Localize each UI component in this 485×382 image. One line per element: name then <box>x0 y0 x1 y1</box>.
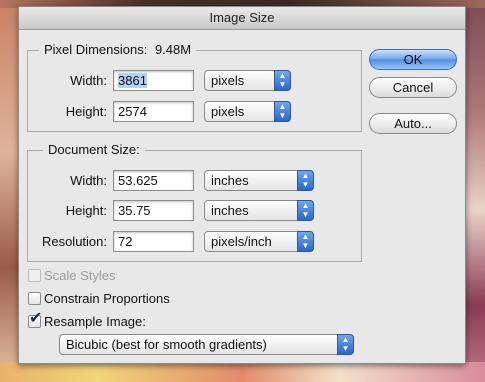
resolution-field[interactable]: 72 <box>113 231 194 252</box>
up-down-arrows-icon: ▲ ▼ <box>274 70 291 91</box>
up-down-arrows-icon: ▲ ▼ <box>337 334 354 355</box>
ok-button[interactable]: OK <box>369 49 457 70</box>
cancel-button[interactable]: Cancel <box>369 77 457 98</box>
up-down-arrows-icon: ▲ ▼ <box>274 101 291 122</box>
pixel-height-unit: pixels <box>211 104 245 119</box>
up-down-arrows-icon: ▲ ▼ <box>297 170 314 191</box>
pixel-height-field[interactable]: 2574 <box>113 101 194 122</box>
constrain-proportions-checkbox[interactable] <box>28 292 41 305</box>
resample-method-value: Bicubic (best for smooth gradients) <box>66 337 267 352</box>
pixel-width-field[interactable]: 3861 <box>113 70 194 91</box>
doc-height-value: 35.75 <box>118 203 151 218</box>
pixel-height-label: Height: <box>65 104 107 119</box>
pixel-height-value: 2574 <box>118 104 147 119</box>
document-size-legend: Document Size: <box>43 142 145 157</box>
doc-width-unit: inches <box>211 173 249 188</box>
doc-width-unit-select[interactable]: inches ▲ ▼ <box>204 170 314 191</box>
resample-image-label: Resample Image: <box>44 314 146 329</box>
up-down-arrows-icon: ▲ ▼ <box>297 231 314 252</box>
doc-width-value: 53.625 <box>118 173 158 188</box>
doc-height-unit: inches <box>211 203 249 218</box>
dialog-title: Image Size <box>19 7 465 30</box>
background-right-edge <box>465 0 485 382</box>
checkmark-icon: ✔ <box>29 310 43 327</box>
scale-styles-checkbox[interactable] <box>28 269 41 282</box>
image-size-dialog: Image Size Pixel Dimensions: 9.48M Width… <box>18 6 466 364</box>
pixel-width-unit: pixels <box>211 73 245 88</box>
pixel-width-value: 3861 <box>118 73 147 88</box>
resolution-value: 72 <box>118 234 133 249</box>
resolution-unit-select[interactable]: pixels/inch ▲ ▼ <box>204 231 314 252</box>
doc-height-unit-select[interactable]: inches ▲ ▼ <box>204 200 314 221</box>
doc-width-label: Width: <box>70 173 107 188</box>
resample-image-checkbox[interactable]: ✔ <box>28 311 42 328</box>
auto-button[interactable]: Auto... <box>369 113 457 134</box>
pixel-dimensions-group <box>27 50 362 132</box>
background-bottom-edge <box>0 362 485 382</box>
constrain-proportions-label: Constrain Proportions <box>44 291 170 306</box>
pixel-dimensions-label: Pixel Dimensions: <box>44 42 148 57</box>
pixel-width-label: Width: <box>70 73 107 88</box>
pixel-height-unit-select[interactable]: pixels ▲ ▼ <box>204 101 291 122</box>
resolution-label: Resolution: <box>41 234 107 249</box>
pixel-dimensions-size: 9.48M <box>154 42 192 57</box>
resample-method-select[interactable]: Bicubic (best for smooth gradients) ▲ ▼ <box>59 334 354 355</box>
up-down-arrows-icon: ▲ ▼ <box>297 200 314 221</box>
pixel-dimensions-legend: Pixel Dimensions: 9.48M <box>39 42 197 57</box>
scale-styles-label: Scale Styles <box>44 268 116 283</box>
doc-width-field[interactable]: 53.625 <box>113 170 194 191</box>
pixel-width-unit-select[interactable]: pixels ▲ ▼ <box>204 70 291 91</box>
resolution-unit: pixels/inch <box>211 234 272 249</box>
doc-height-field[interactable]: 35.75 <box>113 200 194 221</box>
doc-height-label: Height: <box>65 203 107 218</box>
background-left-edge <box>0 0 20 382</box>
